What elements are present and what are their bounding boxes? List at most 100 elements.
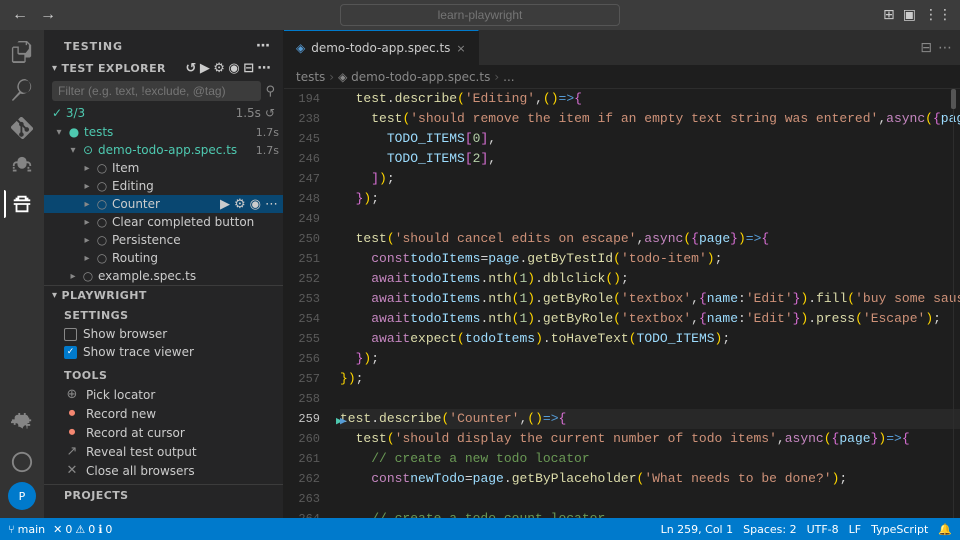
scrollbar-thumb[interactable]	[951, 89, 956, 109]
git-icon[interactable]	[4, 110, 40, 146]
tools-header-label: TOOLS	[64, 369, 275, 382]
status-right: 1.5s ↺	[236, 106, 275, 120]
projects-header-label: PROJECTS	[64, 489, 263, 502]
filter-input[interactable]	[52, 81, 261, 101]
errors-item[interactable]: ✕ 0 ⚠ 0 ℹ 0	[53, 523, 112, 536]
record-new-icon: ⏺	[64, 406, 80, 421]
run-all-icon[interactable]: ▶	[200, 61, 210, 76]
tree-item-editing[interactable]: ▸ ○ Editing	[44, 177, 283, 195]
chevron-right-icon: ▸	[80, 181, 94, 192]
code-line-248: });	[340, 189, 960, 209]
more-item-icon[interactable]: ⋯	[264, 196, 279, 213]
code-line-262: const newTodo = page.getByPlaceholder('W…	[340, 469, 960, 489]
cursor-position[interactable]: Ln 259, Col 1	[661, 523, 734, 536]
pick-locator-label: Pick locator	[86, 388, 155, 402]
ellipsis-icon[interactable]: ⋯	[256, 38, 271, 54]
tree-item-spec[interactable]: ▾ ⊙ demo-todo-app.spec.ts 1.7s	[44, 141, 283, 159]
status-text: ✓ 3/3	[52, 106, 85, 120]
record-new-item[interactable]: ⏺ Record new	[64, 404, 275, 423]
show-trace-item[interactable]: ✓ Show trace viewer	[64, 343, 263, 361]
tree-item-clear[interactable]: ▸ ○ Clear completed button	[44, 213, 283, 231]
breadcrumb-tests[interactable]: tests	[296, 70, 325, 84]
settings-header-label: SETTINGS	[64, 309, 263, 322]
code-line-258	[340, 389, 960, 409]
tree-item-routing[interactable]: ▸ ○ Routing	[44, 249, 283, 267]
git-branch-item[interactable]: ⑂ main	[8, 523, 45, 536]
playwright-header[interactable]: ▾ PLAYWRIGHT	[44, 286, 283, 305]
language-item[interactable]: TypeScript	[871, 523, 928, 536]
error-icon: ✕	[53, 523, 62, 536]
tree-item-persistence[interactable]: ▸ ○ Persistence	[44, 231, 283, 249]
layout-icon[interactable]: ▣	[903, 7, 916, 23]
eol-item[interactable]: LF	[849, 523, 861, 536]
record-cursor-item[interactable]: ⏺ Record at cursor	[64, 423, 275, 442]
filter-icon[interactable]: ⚲	[265, 84, 275, 99]
split-editor-right-icon[interactable]: ⊟	[920, 40, 932, 56]
show-browser-checkbox[interactable]	[64, 328, 77, 341]
test-explorer-header[interactable]: ▾ TEST EXPLORER ↺ ▶ ⚙ ◉ ⊟ ⋯	[44, 58, 283, 79]
search-input[interactable]	[340, 4, 620, 26]
explorer-icon[interactable]	[4, 34, 40, 70]
pass-icon: ●	[66, 125, 82, 139]
sidebar-scroll: ▾ TEST EXPLORER ↺ ▶ ⚙ ◉ ⊟ ⋯ ⚲ ✓ 3/3	[44, 58, 283, 518]
watch-item-icon[interactable]: ◉	[249, 196, 262, 213]
search-activity-icon[interactable]	[4, 72, 40, 108]
show-browser-item[interactable]: Show browser	[64, 325, 263, 343]
ln-262: 262	[284, 469, 320, 489]
forward-button[interactable]: →	[36, 5, 60, 25]
tree-item-counter[interactable]: ▸ ○ Counter ▶ ⚙ ◉ ⋯	[44, 195, 283, 213]
reload-icon[interactable]: ↺	[265, 106, 275, 120]
menu-icon[interactable]: ⋮⋮	[924, 7, 952, 23]
code-content[interactable]: test.describe('Editing', () => { test('s…	[332, 89, 960, 518]
extensions-icon[interactable]	[4, 406, 40, 442]
reveal-output-item[interactable]: ↗ Reveal test output	[64, 442, 275, 461]
ln-249: 249	[284, 209, 320, 229]
watch-icon[interactable]: ◉	[228, 61, 240, 76]
test-status: ✓ 3/3 1.5s ↺	[44, 103, 283, 123]
ln-261: 261	[284, 449, 320, 469]
chevron-right-icon: ▸	[66, 271, 80, 282]
encoding-item[interactable]: UTF-8	[807, 523, 839, 536]
git-branch-label: main	[18, 523, 45, 536]
info-icon: ℹ	[98, 523, 102, 536]
ln-248: 248	[284, 189, 320, 209]
record-cursor-label: Record at cursor	[86, 426, 185, 440]
debug-icon[interactable]	[4, 148, 40, 184]
circle-icon: ○	[94, 233, 110, 247]
testing-icon[interactable]	[4, 186, 40, 222]
close-browsers-icon: ✕	[64, 463, 80, 478]
show-trace-checkbox[interactable]: ✓	[64, 346, 77, 359]
tab-bar: ◈ demo-todo-app.spec.ts × ⊟ ⋯	[284, 30, 960, 65]
run-icon[interactable]: ▶	[219, 196, 231, 213]
split-editor-icon[interactable]: ⊞	[883, 7, 895, 23]
avatar[interactable]: P	[8, 482, 36, 510]
code-line-255: await expect(todoItems).toHaveText(TODO_…	[340, 329, 960, 349]
breadcrumb-specfile[interactable]: ◈ demo-todo-app.spec.ts	[338, 70, 490, 84]
breadcrumb-more[interactable]: ...	[503, 70, 514, 84]
more-icon[interactable]: ⋯	[258, 61, 271, 76]
refresh-icon[interactable]: ↺	[186, 61, 197, 76]
remote-icon[interactable]	[4, 444, 40, 480]
tab-close-button[interactable]: ×	[456, 42, 465, 55]
back-button[interactable]: ←	[8, 5, 32, 25]
debug-icon[interactable]: ⚙	[233, 196, 247, 213]
item-label: Item	[112, 161, 283, 175]
spaces-item[interactable]: Spaces: 2	[743, 523, 796, 536]
status-time: 1.5s	[236, 106, 261, 120]
debug-all-icon[interactable]: ⚙	[213, 61, 225, 76]
pick-locator-icon: ⊕	[64, 387, 80, 402]
filter-bar: ⚲	[44, 79, 283, 103]
more-tab-icon[interactable]: ⋯	[938, 40, 952, 56]
show-browser-label: Show browser	[83, 327, 167, 341]
close-browsers-item[interactable]: ✕ Close all browsers	[64, 461, 275, 480]
ln-263: 263	[284, 489, 320, 509]
nav-buttons: ← →	[8, 5, 60, 25]
ln-251: 251	[284, 249, 320, 269]
tree-item-example[interactable]: ▸ ○ example.spec.ts	[44, 267, 283, 285]
collapse-icon[interactable]: ⊟	[243, 61, 254, 76]
pick-locator-item[interactable]: ⊕ Pick locator	[64, 385, 275, 404]
bell-item[interactable]: 🔔	[938, 523, 952, 536]
tree-item-item[interactable]: ▸ ○ Item	[44, 159, 283, 177]
tree-item-tests[interactable]: ▾ ● tests 1.7s	[44, 123, 283, 141]
active-tab[interactable]: ◈ demo-todo-app.spec.ts ×	[284, 30, 479, 65]
